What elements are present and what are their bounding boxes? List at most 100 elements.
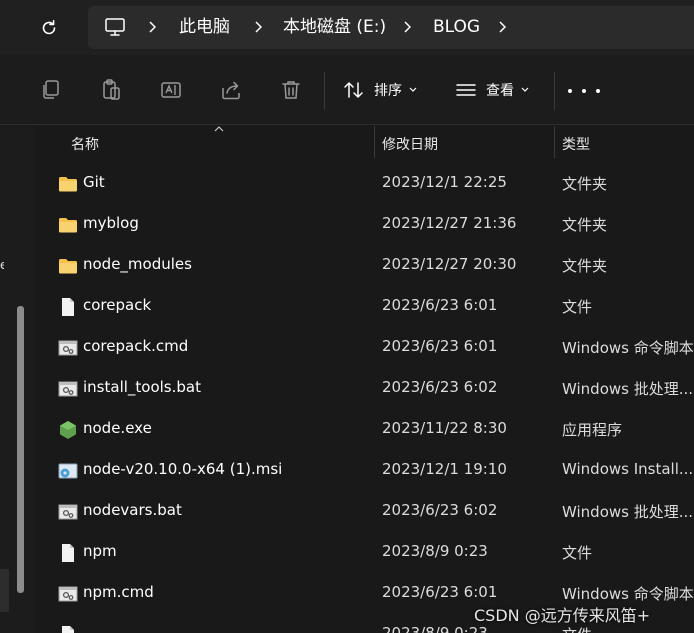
file-type: Windows 批处理... bbox=[562, 380, 694, 398]
chevron-down-icon bbox=[409, 87, 417, 92]
file-date-modified: 2023/6/23 6:01 bbox=[382, 337, 498, 355]
node-exe-icon bbox=[58, 420, 78, 440]
file-icon bbox=[58, 625, 78, 633]
file-row[interactable]: install_tools.bat 2023/6/23 6:02 Windows 批… bbox=[34, 368, 694, 409]
column-date-modified[interactable]: 修改日期 bbox=[382, 134, 438, 154]
breadcrumb-drive-e[interactable]: 本地磁盘 (E:) bbox=[283, 17, 386, 37]
sort-ascending-icon bbox=[214, 126, 224, 132]
file-name: node-v20.10.0-x64 (1).msi bbox=[83, 460, 283, 478]
nav-scrollbar[interactable] bbox=[17, 306, 24, 593]
breadcrumb-blog[interactable]: BLOG bbox=[433, 17, 480, 37]
copy-icon[interactable] bbox=[39, 78, 63, 102]
file-type: 文件 bbox=[562, 298, 593, 316]
file-name: node_modules bbox=[83, 255, 192, 273]
file-row[interactable]: myblog 2023/12/27 21:36 文件夹 bbox=[34, 204, 694, 245]
column-header-row: 名称 修改日期 类型 bbox=[34, 126, 694, 160]
nav-item-fragment: e bbox=[0, 258, 4, 272]
computer-icon bbox=[105, 18, 125, 36]
file-date-modified: 2023/11/22 8:30 bbox=[382, 419, 507, 437]
chevron-down-icon bbox=[521, 87, 529, 92]
file-type: Windows 批处理... bbox=[562, 503, 694, 521]
file-date-modified: 2023/12/1 22:25 bbox=[382, 173, 507, 191]
file-date-modified: 2023/8/9 0:23 bbox=[382, 624, 488, 633]
file-type: 文件 bbox=[562, 544, 593, 562]
file-type: Windows 命令脚本 bbox=[562, 585, 694, 603]
file-row[interactable]: nodevars.bat 2023/6/23 6:02 Windows 批处理... bbox=[34, 491, 694, 532]
sort-icon bbox=[344, 82, 363, 98]
file-date-modified: 2023/8/9 0:23 bbox=[382, 542, 488, 560]
file-name: npm bbox=[83, 542, 117, 560]
share-icon[interactable] bbox=[219, 78, 243, 102]
file-name: Git bbox=[83, 173, 105, 191]
chevron-right-icon[interactable] bbox=[144, 17, 160, 37]
toolbar-divider bbox=[554, 72, 555, 110]
file-date-modified: 2023/12/27 21:36 bbox=[382, 214, 517, 232]
view-label: 查看 bbox=[486, 83, 514, 99]
file-type: Windows 命令脚本 bbox=[562, 339, 694, 357]
folder-icon bbox=[58, 256, 78, 276]
file-date-modified: 2023/12/1 19:10 bbox=[382, 460, 507, 478]
file-name: nodevars.bat bbox=[83, 501, 182, 519]
delete-icon[interactable] bbox=[279, 78, 303, 102]
rename-icon[interactable] bbox=[159, 78, 183, 102]
sort-button[interactable]: 排序 bbox=[343, 77, 417, 103]
script-icon bbox=[58, 338, 78, 358]
dot-icon bbox=[596, 89, 600, 93]
column-divider[interactable] bbox=[374, 126, 375, 158]
file-row[interactable]: npm 2023/8/9 0:23 文件 bbox=[34, 532, 694, 573]
script-icon bbox=[58, 379, 78, 399]
command-bar: 排序 查看 bbox=[0, 55, 694, 125]
navigation-pane[interactable]: e bbox=[0, 126, 34, 633]
file-date-modified: 2023/12/27 20:30 bbox=[382, 255, 517, 273]
dot-icon bbox=[568, 89, 572, 93]
column-divider[interactable] bbox=[554, 126, 555, 158]
file-row[interactable]: Git 2023/12/1 22:25 文件夹 bbox=[34, 163, 694, 204]
file-row[interactable]: node.exe 2023/11/22 8:30 应用程序 bbox=[34, 409, 694, 450]
folder-icon bbox=[58, 215, 78, 235]
file-type: Windows Install... bbox=[562, 460, 694, 478]
folder-icon bbox=[58, 174, 78, 194]
view-list-icon bbox=[456, 84, 476, 96]
paste-icon[interactable] bbox=[99, 78, 123, 102]
address-bar[interactable]: 此电脑 本地磁盘 (E:) BLOG bbox=[88, 6, 694, 49]
more-options-button[interactable] bbox=[568, 81, 600, 101]
file-type: 文件夹 bbox=[562, 175, 608, 193]
file-name: node.exe bbox=[83, 419, 152, 437]
toolbar-divider bbox=[324, 72, 325, 110]
column-name[interactable]: 名称 bbox=[71, 134, 99, 154]
file-name: myblog bbox=[83, 214, 139, 232]
file-date-modified: 2023/6/23 6:01 bbox=[382, 296, 498, 314]
file-row[interactable]: node_modules 2023/12/27 20:30 文件夹 bbox=[34, 245, 694, 286]
view-button[interactable]: 查看 bbox=[455, 77, 529, 103]
file-type: 文件夹 bbox=[562, 216, 608, 234]
file-name: corepack bbox=[83, 296, 152, 314]
file-date-modified: 2023/6/23 6:02 bbox=[382, 501, 498, 519]
chevron-right-icon[interactable] bbox=[494, 17, 510, 37]
msi-icon bbox=[58, 461, 78, 481]
file-row[interactable]: corepack 2023/6/23 6:01 文件 bbox=[34, 286, 694, 327]
breadcrumb-this-pc[interactable]: 此电脑 bbox=[179, 17, 230, 37]
script-icon bbox=[58, 502, 78, 522]
file-name: npm.cmd bbox=[83, 583, 154, 601]
file-row[interactable]: corepack.cmd 2023/6/23 6:01 Windows 命令脚本 bbox=[34, 327, 694, 368]
column-type[interactable]: 类型 bbox=[562, 134, 590, 154]
nav-selected-item[interactable] bbox=[0, 569, 9, 612]
file-list: 名称 修改日期 类型 Git 2023/12/1 22:25 文件夹 myblog 20… bbox=[34, 126, 694, 633]
refresh-button[interactable] bbox=[30, 9, 68, 47]
watermark: CSDN @远方传来风笛+ bbox=[474, 606, 651, 625]
chevron-right-icon[interactable] bbox=[250, 17, 266, 37]
file-name: install_tools.bat bbox=[83, 378, 201, 396]
refresh-icon bbox=[42, 20, 56, 35]
chevron-right-icon[interactable] bbox=[399, 17, 415, 37]
file-date-modified: 2023/6/23 6:02 bbox=[382, 378, 498, 396]
file-explorer-window: 此电脑 本地磁盘 (E:) BLOG 排序 查看 e 名称 修改日期 类型 Gi… bbox=[0, 0, 694, 633]
address-row: 此电脑 本地磁盘 (E:) BLOG bbox=[0, 0, 694, 55]
sort-label: 排序 bbox=[374, 83, 402, 99]
script-icon bbox=[58, 584, 78, 604]
file-name: corepack.cmd bbox=[83, 337, 189, 355]
file-icon bbox=[58, 297, 78, 317]
dot-icon bbox=[582, 89, 586, 93]
file-row[interactable]: node-v20.10.0-x64 (1).msi 2023/12/1 19:10… bbox=[34, 450, 694, 491]
file-type: 应用程序 bbox=[562, 421, 623, 439]
file-type: 文件夹 bbox=[562, 257, 608, 275]
